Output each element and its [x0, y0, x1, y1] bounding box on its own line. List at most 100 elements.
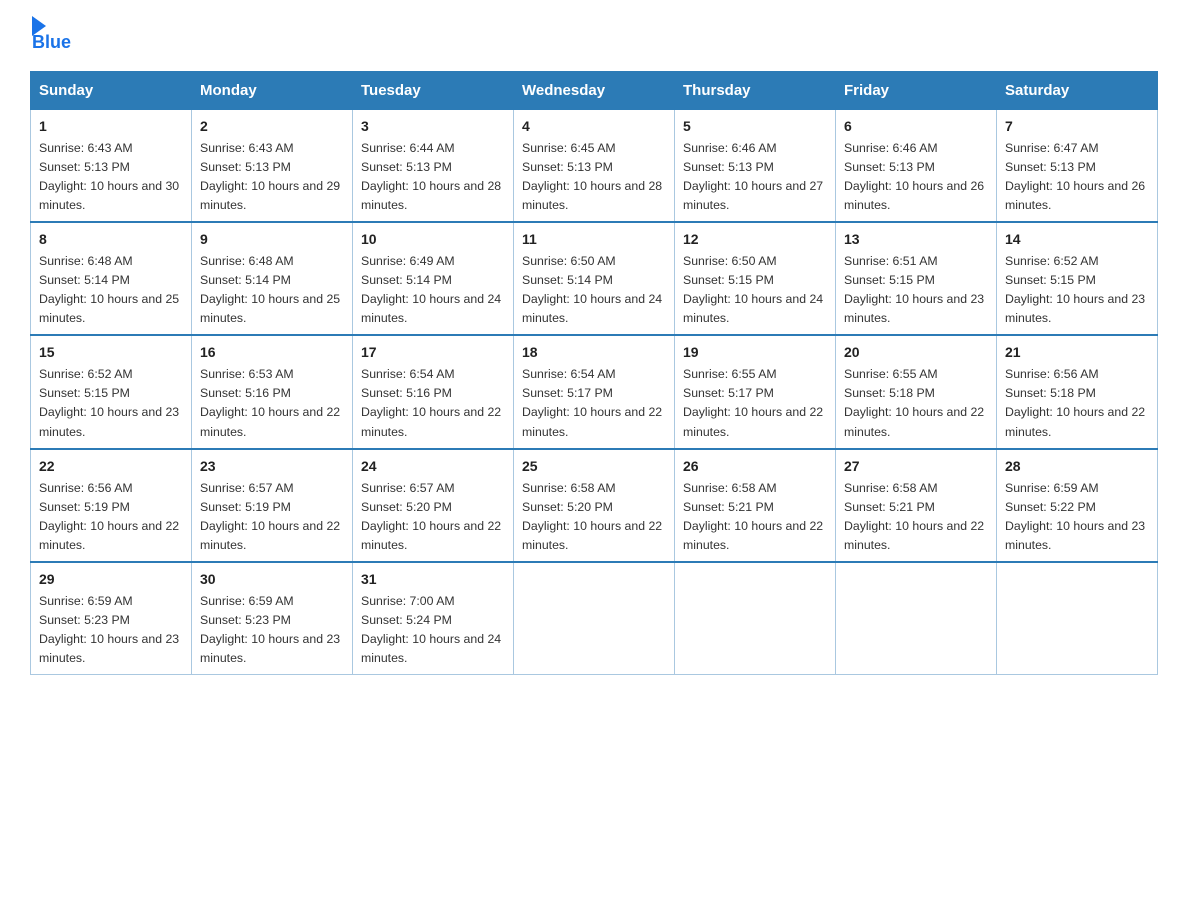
calendar-cell: 13Sunrise: 6:51 AMSunset: 5:15 PMDayligh… — [836, 222, 997, 335]
day-number: 2 — [200, 116, 344, 137]
calendar-cell: 27 Sunrise: 6:58 AMSunset: 5:21 PMDayligh… — [836, 449, 997, 562]
column-header-monday: Monday — [192, 72, 353, 110]
day-number: 29 — [39, 569, 183, 590]
calendar-cell — [836, 562, 997, 675]
day-info: Sunrise: 6:55 AMSunset: 5:17 PMDaylight:… — [683, 367, 823, 438]
day-number: 26 — [683, 456, 827, 477]
calendar-cell: 29Sunrise: 6:59 AMSunset: 5:23 PMDayligh… — [31, 562, 192, 675]
day-info: Sunrise: 6:59 AMSunset: 5:22 PMDaylight:… — [1005, 481, 1145, 552]
page-header: Blue — [30, 20, 1158, 53]
day-info: Sunrise: 6:55 AMSunset: 5:18 PMDaylight:… — [844, 367, 984, 438]
column-header-tuesday: Tuesday — [353, 72, 514, 110]
calendar-cell: 25Sunrise: 6:58 AMSunset: 5:20 PMDayligh… — [514, 449, 675, 562]
day-number: 11 — [522, 229, 666, 250]
day-info: Sunrise: 6:59 AMSunset: 5:23 PMDaylight:… — [200, 594, 340, 665]
calendar-week-row: 8 Sunrise: 6:48 AMSunset: 5:14 PMDaylight… — [31, 222, 1158, 335]
calendar-cell: 10Sunrise: 6:49 AMSunset: 5:14 PMDayligh… — [353, 222, 514, 335]
day-number: 9 — [200, 229, 344, 250]
calendar-cell: 9Sunrise: 6:48 AMSunset: 5:14 PMDaylight… — [192, 222, 353, 335]
calendar-cell: 31 Sunrise: 7:00 AMSunset: 5:24 PMDayligh… — [353, 562, 514, 675]
calendar-header-row: SundayMondayTuesdayWednesdayThursdayFrid… — [31, 72, 1158, 110]
day-info: Sunrise: 7:00 AMSunset: 5:24 PMDaylight:… — [361, 594, 501, 665]
calendar-cell: 1Sunrise: 6:43 AMSunset: 5:13 PMDaylight… — [31, 110, 192, 223]
day-number: 6 — [844, 116, 988, 137]
day-info: Sunrise: 6:50 AMSunset: 5:15 PMDaylight:… — [683, 254, 823, 325]
day-number: 24 — [361, 456, 505, 477]
day-info: Sunrise: 6:50 AMSunset: 5:14 PMDaylight:… — [522, 254, 662, 325]
day-number: 14 — [1005, 229, 1149, 250]
day-number: 15 — [39, 342, 183, 363]
day-info: Sunrise: 6:54 AMSunset: 5:17 PMDaylight:… — [522, 367, 662, 438]
calendar-cell: 17 Sunrise: 6:54 AMSunset: 5:16 PMDayligh… — [353, 335, 514, 448]
day-number: 30 — [200, 569, 344, 590]
calendar-cell — [997, 562, 1158, 675]
day-number: 3 — [361, 116, 505, 137]
day-number: 5 — [683, 116, 827, 137]
calendar-cell: 12 Sunrise: 6:50 AMSunset: 5:15 PMDayligh… — [675, 222, 836, 335]
calendar-cell: 24Sunrise: 6:57 AMSunset: 5:20 PMDayligh… — [353, 449, 514, 562]
day-info: Sunrise: 6:46 AMSunset: 5:13 PMDaylight:… — [844, 141, 984, 212]
day-number: 28 — [1005, 456, 1149, 477]
calendar-cell: 4 Sunrise: 6:45 AMSunset: 5:13 PMDaylight… — [514, 110, 675, 223]
calendar-cell: 23Sunrise: 6:57 AMSunset: 5:19 PMDayligh… — [192, 449, 353, 562]
calendar-week-row: 15 Sunrise: 6:52 AMSunset: 5:15 PMDayligh… — [31, 335, 1158, 448]
day-info: Sunrise: 6:45 AMSunset: 5:13 PMDaylight:… — [522, 141, 662, 212]
day-number: 16 — [200, 342, 344, 363]
day-number: 4 — [522, 116, 666, 137]
column-header-thursday: Thursday — [675, 72, 836, 110]
day-number: 12 — [683, 229, 827, 250]
calendar-cell: 22Sunrise: 6:56 AMSunset: 5:19 PMDayligh… — [31, 449, 192, 562]
logo-underline: Blue — [32, 32, 71, 53]
calendar-cell: 8 Sunrise: 6:48 AMSunset: 5:14 PMDaylight… — [31, 222, 192, 335]
day-number: 18 — [522, 342, 666, 363]
day-number: 22 — [39, 456, 183, 477]
day-info: Sunrise: 6:54 AMSunset: 5:16 PMDaylight:… — [361, 367, 501, 438]
calendar-cell: 7 Sunrise: 6:47 AMSunset: 5:13 PMDaylight… — [997, 110, 1158, 223]
calendar-cell: 20 Sunrise: 6:55 AMSunset: 5:18 PMDayligh… — [836, 335, 997, 448]
calendar-cell: 21 Sunrise: 6:56 AMSunset: 5:18 PMDayligh… — [997, 335, 1158, 448]
day-number: 31 — [361, 569, 505, 590]
day-number: 7 — [1005, 116, 1149, 137]
calendar-cell: 15 Sunrise: 6:52 AMSunset: 5:15 PMDayligh… — [31, 335, 192, 448]
logo: Blue — [30, 20, 71, 53]
column-header-wednesday: Wednesday — [514, 72, 675, 110]
calendar-cell: 3 Sunrise: 6:44 AMSunset: 5:13 PMDaylight… — [353, 110, 514, 223]
calendar-cell: 19 Sunrise: 6:55 AMSunset: 5:17 PMDayligh… — [675, 335, 836, 448]
day-info: Sunrise: 6:58 AMSunset: 5:20 PMDaylight:… — [522, 481, 662, 552]
day-number: 21 — [1005, 342, 1149, 363]
day-number: 8 — [39, 229, 183, 250]
calendar-table: SundayMondayTuesdayWednesdayThursdayFrid… — [30, 71, 1158, 675]
calendar-week-row: 1Sunrise: 6:43 AMSunset: 5:13 PMDaylight… — [31, 110, 1158, 223]
day-info: Sunrise: 6:46 AMSunset: 5:13 PMDaylight:… — [683, 141, 823, 212]
calendar-cell: 14Sunrise: 6:52 AMSunset: 5:15 PMDayligh… — [997, 222, 1158, 335]
day-info: Sunrise: 6:44 AMSunset: 5:13 PMDaylight:… — [361, 141, 501, 212]
day-info: Sunrise: 6:58 AMSunset: 5:21 PMDaylight:… — [683, 481, 823, 552]
calendar-cell: 16 Sunrise: 6:53 AMSunset: 5:16 PMDayligh… — [192, 335, 353, 448]
calendar-cell: 18 Sunrise: 6:54 AMSunset: 5:17 PMDayligh… — [514, 335, 675, 448]
column-header-friday: Friday — [836, 72, 997, 110]
day-info: Sunrise: 6:53 AMSunset: 5:16 PMDaylight:… — [200, 367, 340, 438]
calendar-cell: 28 Sunrise: 6:59 AMSunset: 5:22 PMDayligh… — [997, 449, 1158, 562]
day-number: 23 — [200, 456, 344, 477]
day-info: Sunrise: 6:58 AMSunset: 5:21 PMDaylight:… — [844, 481, 984, 552]
calendar-cell: 30 Sunrise: 6:59 AMSunset: 5:23 PMDayligh… — [192, 562, 353, 675]
day-info: Sunrise: 6:48 AMSunset: 5:14 PMDaylight:… — [39, 254, 179, 325]
calendar-week-row: 22Sunrise: 6:56 AMSunset: 5:19 PMDayligh… — [31, 449, 1158, 562]
day-number: 20 — [844, 342, 988, 363]
calendar-week-row: 29 Sunrise: 6:59 AMSunset: 5:23 PMDayligh… — [31, 562, 1158, 675]
day-number: 17 — [361, 342, 505, 363]
column-header-saturday: Saturday — [997, 72, 1158, 110]
day-info: Sunrise: 6:43 AMSunset: 5:13 PMDaylight:… — [200, 141, 340, 212]
calendar-cell: 26 Sunrise: 6:58 AMSunset: 5:21 PMDayligh… — [675, 449, 836, 562]
column-header-sunday: Sunday — [31, 72, 192, 110]
day-number: 13 — [844, 229, 988, 250]
day-number: 19 — [683, 342, 827, 363]
day-info: Sunrise: 6:47 AMSunset: 5:13 PMDaylight:… — [1005, 141, 1145, 212]
day-info: Sunrise: 6:43 AMSunset: 5:13 PMDaylight:… — [39, 141, 179, 212]
day-info: Sunrise: 6:52 AMSunset: 5:15 PMDaylight:… — [39, 367, 179, 438]
day-number: 27 — [844, 456, 988, 477]
calendar-cell: 6 Sunrise: 6:46 AMSunset: 5:13 PMDaylight… — [836, 110, 997, 223]
calendar-cell: 2 Sunrise: 6:43 AMSunset: 5:13 PMDaylight… — [192, 110, 353, 223]
day-info: Sunrise: 6:56 AMSunset: 5:18 PMDaylight:… — [1005, 367, 1145, 438]
day-number: 10 — [361, 229, 505, 250]
